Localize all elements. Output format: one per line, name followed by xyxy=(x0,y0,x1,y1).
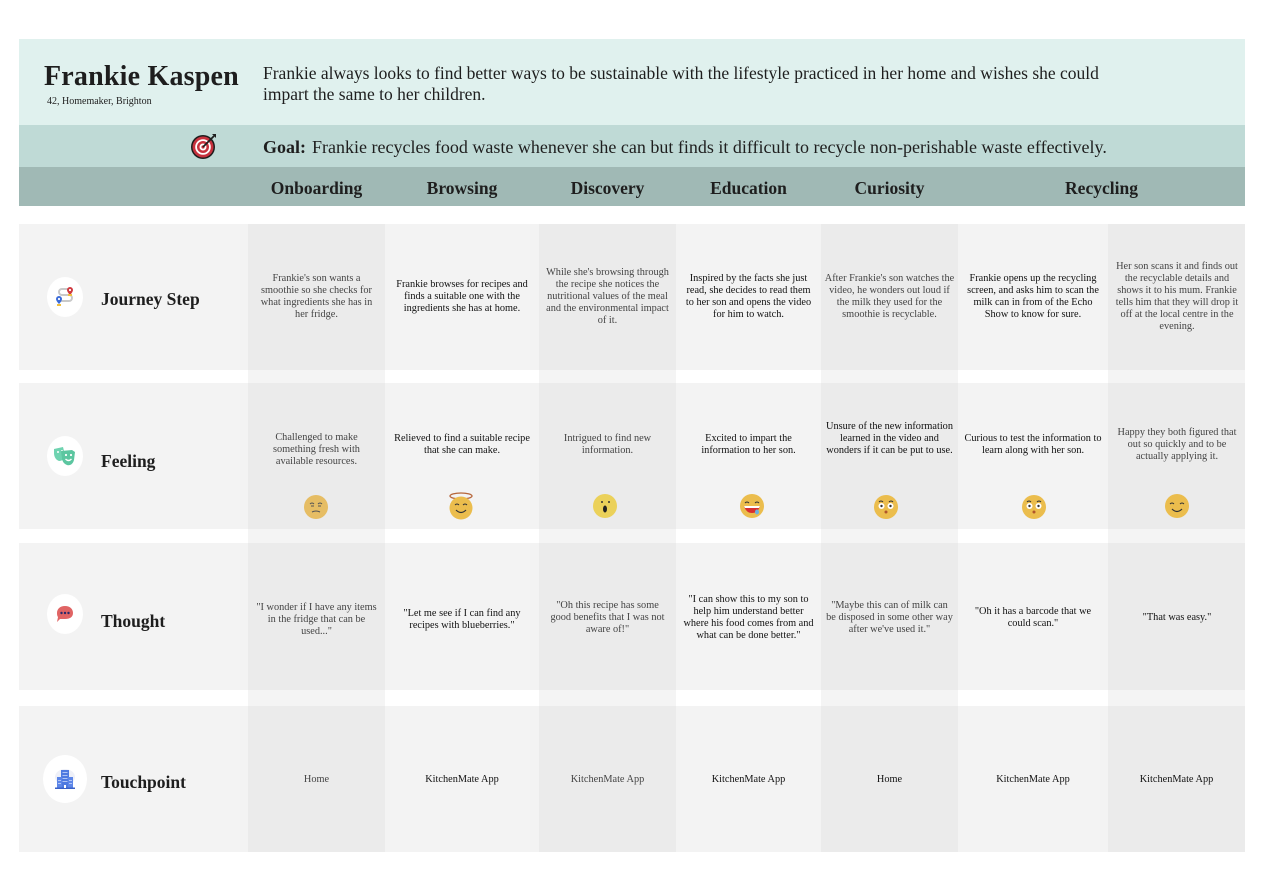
touchpoint-cell: KitchenMate App xyxy=(958,706,1108,854)
stage-recycling: Recycling xyxy=(1065,178,1138,198)
journey-step-cell: After Frankie's son watches the video, h… xyxy=(824,224,955,370)
row-gap xyxy=(19,370,1245,383)
journey-step-cell: Frankie's son wants a smoothie so she ch… xyxy=(256,224,377,370)
row-header-feeling: Feeling xyxy=(19,383,248,529)
skeptical-face-icon xyxy=(304,495,328,519)
thought-cell: "I can show this to my son to help him u… xyxy=(682,543,815,693)
touchpoint-cell: KitchenMate App xyxy=(1108,706,1245,854)
row-icon-bg xyxy=(47,436,83,476)
feeling-text: Intrigued to find new information. xyxy=(563,433,652,456)
content-smiling-face-icon xyxy=(1165,494,1189,518)
feeling-text: Unsure of the new information learned in… xyxy=(826,421,953,456)
thought-cell: "Let me see if I can find any recipes wi… xyxy=(398,543,526,696)
cell-text: After Frankie's son watches the video, h… xyxy=(824,273,955,320)
goal-label: Goal: xyxy=(263,137,306,157)
surprised-face-icon xyxy=(593,494,617,518)
target-icon xyxy=(191,134,216,159)
cell-text: Her son scans it and finds out the recyc… xyxy=(1115,261,1239,332)
feeling-text: Excited to impart the information to her… xyxy=(701,433,796,456)
touchpoint-cell: Home xyxy=(248,706,385,854)
cell-text: KitchenMate App xyxy=(425,774,499,785)
cell-text: "Oh this recipe has some good benefits t… xyxy=(550,600,665,635)
cell-text: Home xyxy=(303,774,330,785)
laughing-face-icon xyxy=(740,494,764,518)
cell-text: Inspired by the facts she just read, she… xyxy=(685,273,812,320)
row-header-thought: Thought xyxy=(19,543,248,690)
thought-cell: "That was easy." xyxy=(1112,543,1242,693)
persona-name: Frankie Kaspen xyxy=(44,61,239,92)
cell-text: KitchenMate App xyxy=(570,774,645,785)
stage-curiosity: Curiosity xyxy=(854,178,925,198)
row-title: Thought xyxy=(101,611,166,631)
feeling-text: Happy they both figured that out so quic… xyxy=(1117,427,1237,462)
stage-education: Education xyxy=(710,178,787,198)
row-icon-bg xyxy=(47,594,83,634)
goal-bar: Goal: Frankie recycles food waste wheneve… xyxy=(19,125,1245,167)
speech-bubble-icon xyxy=(57,606,73,622)
stage-header-bar: Onboarding Browsing Discovery Education … xyxy=(19,167,1245,206)
cell-text: "I wonder if I have any items in the fri… xyxy=(256,601,377,637)
theater-masks-icon xyxy=(54,447,75,466)
row-header-touchpoint: Touchpoint xyxy=(19,706,248,852)
cell-text: While she's browsing through the recipe … xyxy=(546,267,669,326)
thought-cell: "I wonder if I have any items in the fri… xyxy=(254,543,379,696)
goal-description: Frankie recycles food waste whenever she… xyxy=(312,137,1107,157)
stage-browsing: Browsing xyxy=(426,178,498,198)
stage-onboarding: Onboarding xyxy=(270,178,363,198)
cell-text: Frankie's son wants a smoothie so she ch… xyxy=(260,273,373,320)
journey-step-cell: Frankie browses for recipes and finds a … xyxy=(392,224,532,370)
goal-text: Goal: Frankie recycles food waste wheneve… xyxy=(263,137,1107,158)
row-gap xyxy=(19,529,1245,543)
feeling-text: Challenged to make something fresh with … xyxy=(273,432,360,467)
flushed-face-icon xyxy=(874,495,898,519)
building-icon xyxy=(55,769,75,789)
cell-text: "I can show this to my son to help him u… xyxy=(683,594,814,641)
cell-text: "Let me see if I can find any recipes wi… xyxy=(403,607,521,631)
persona-header: Frankie Kaspen 42, Homemaker, Brighton F… xyxy=(19,39,1245,125)
journey-step-cell: While she's browsing through the recipe … xyxy=(543,224,672,370)
touchpoint-cell: KitchenMate App xyxy=(385,706,539,854)
journey-step-cell: Her son scans it and finds out the recyc… xyxy=(1112,224,1242,380)
route-map-icon xyxy=(56,287,73,306)
journey-step-cell: Inspired by the facts she just read, she… xyxy=(682,224,815,370)
touchpoint-cell: KitchenMate App xyxy=(539,706,676,854)
cell-text: "Maybe this can of milk can be disposed … xyxy=(826,600,953,635)
feeling-text: Curious to test the information to learn… xyxy=(964,433,1102,456)
cell-text: "That was easy." xyxy=(1142,612,1212,623)
persona-bio: Frankie always looks to find better ways… xyxy=(263,63,1099,104)
row-title: Feeling xyxy=(101,451,156,471)
feeling-text: Relieved to find a suitable recipe that … xyxy=(394,433,530,456)
row-title: Touchpoint xyxy=(101,772,186,792)
thought-cell: "Oh this recipe has some good benefits t… xyxy=(545,543,670,693)
row-title: Journey Step xyxy=(101,289,200,309)
row-header-journey-step: Journey Step xyxy=(19,224,248,370)
halo-smiling-face-icon xyxy=(449,492,473,520)
cell-text: KitchenMate App xyxy=(996,774,1070,785)
cell-text: Frankie browses for recipes and finds a … xyxy=(396,279,528,314)
cell-text: Frankie opens up the recycling screen, a… xyxy=(967,273,1099,320)
row-icon-bg xyxy=(43,755,87,803)
cell-text: KitchenMate App xyxy=(711,774,786,785)
touchpoint-cell: Home xyxy=(821,706,958,854)
flushed-face-icon xyxy=(1022,495,1046,519)
cell-text: KitchenMate App xyxy=(1139,774,1214,785)
stage-discovery: Discovery xyxy=(570,178,645,198)
journey-step-cell: Frankie opens up the recycling screen, a… xyxy=(964,224,1102,370)
persona-meta: 42, Homemaker, Brighton xyxy=(47,96,152,107)
cell-text: "Oh it has a barcode that we could scan.… xyxy=(974,606,1092,629)
row-icon-bg xyxy=(47,277,83,317)
touchpoint-cell: KitchenMate App xyxy=(676,706,821,854)
thought-cell: "Maybe this can of milk can be disposed … xyxy=(826,543,953,693)
thought-cell: "Oh it has a barcode that we could scan.… xyxy=(968,543,1098,693)
cell-text: Home xyxy=(876,774,903,785)
